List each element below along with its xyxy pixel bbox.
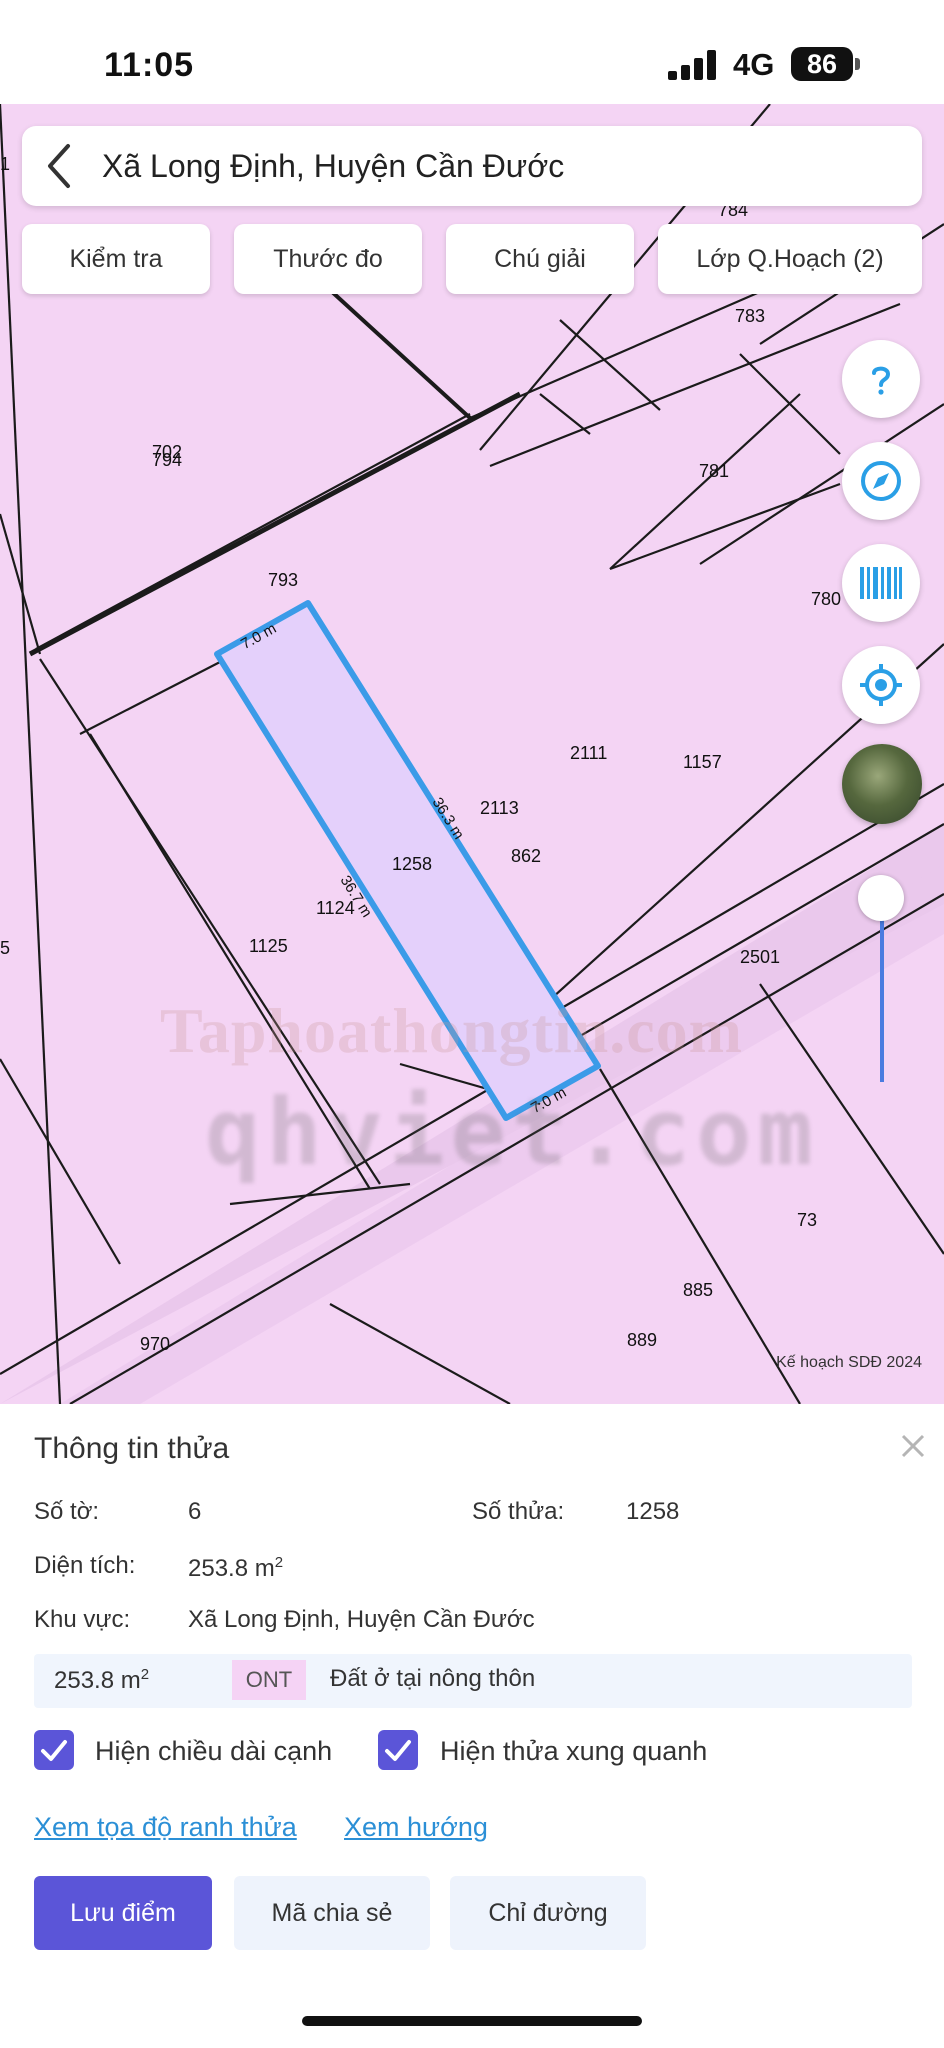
parcel-label: 889	[627, 1330, 658, 1350]
area-value: 253.8 m2	[188, 1554, 283, 1583]
parcel-label: 783	[735, 306, 766, 326]
home-indicator[interactable]	[302, 2016, 642, 2026]
directions-button[interactable]: Chỉ đường	[450, 1876, 646, 1950]
signal-icon	[668, 50, 720, 80]
view-coordinates-link[interactable]: Xem tọa độ ranh thửa	[34, 1812, 297, 1843]
checkmark-icon	[385, 1740, 411, 1761]
legend-button[interactable]: Chú giải	[446, 224, 634, 294]
region-value: Xã Long Định, Huyện Cần Đước	[188, 1606, 535, 1633]
back-icon[interactable]	[38, 140, 82, 192]
parcel-label: 5	[0, 938, 11, 958]
map-layer-credit: Kế hoạch SDĐ 2024	[776, 1354, 922, 1371]
area-label: Diện tích:	[34, 1552, 136, 1579]
help-button[interactable]	[842, 340, 920, 418]
barcode-icon	[860, 567, 902, 599]
status-bar: 11:05 4G 86	[0, 0, 944, 104]
parcel-label: 2113	[480, 798, 519, 818]
map-view[interactable]: 702 794 793 784 783 781 780 2111 1157 21…	[0, 104, 944, 1404]
parcel-label: 73	[797, 1210, 818, 1230]
location-title: Xã Long Định, Huyện Cần Đước	[102, 148, 565, 184]
land-use-area-sup: 2	[140, 1666, 150, 1683]
show-edge-length-checkbox[interactable]	[34, 1730, 74, 1770]
close-icon[interactable]	[893, 1426, 933, 1466]
location-search-bar[interactable]: Xã Long Định, Huyện Cần Đước	[22, 126, 922, 206]
land-use-code-badge: ONT	[232, 1660, 306, 1700]
parcel-label: 1	[0, 154, 11, 174]
question-icon	[872, 366, 891, 395]
parcel-label: 794	[152, 450, 183, 470]
parcel-info-panel: Thông tin thửa Số tờ: 6 Số thửa: 1258 Di…	[0, 1404, 944, 2048]
parcel-label: 793	[268, 570, 299, 590]
parcel-boundaries	[0, 104, 944, 1404]
check-button[interactable]: Kiểm tra	[22, 224, 210, 294]
land-use-area-number: 253.8 m	[54, 1667, 141, 1694]
plot-value: 1258	[626, 1498, 680, 1525]
parcel-label: 1258	[392, 854, 433, 874]
measure-button[interactable]: Thước đo	[234, 224, 422, 294]
network-type: 4G	[733, 47, 775, 82]
land-use-row: 253.8 m2 ONT Đất ở tại nông thôn	[34, 1654, 912, 1708]
parcel-label: 970	[140, 1334, 171, 1354]
parcel-label: 885	[683, 1280, 714, 1300]
parcel-label: 1125	[249, 936, 288, 956]
barcode-button[interactable]	[842, 544, 920, 622]
watermark: qhviet.com	[205, 1079, 819, 1186]
region-label: Khu vực:	[34, 1606, 131, 1633]
panel-title: Thông tin thửa	[34, 1432, 230, 1465]
show-neighbors-checkbox[interactable]	[378, 1730, 418, 1770]
compass-icon	[861, 461, 901, 501]
parcel-label: 780	[811, 589, 842, 609]
compass-button[interactable]	[842, 442, 920, 520]
checkmark-icon	[41, 1740, 67, 1761]
parcel-label: 1157	[683, 752, 722, 772]
watermark: Taphoathongtin.com	[160, 995, 743, 1066]
land-use-area: 253.8 m2	[54, 1666, 149, 1695]
show-neighbors-label[interactable]: Hiện thửa xung quanh	[440, 1736, 707, 1767]
area-number: 253.8 m	[188, 1555, 275, 1582]
share-code-button[interactable]: Mã chia sẻ	[234, 1876, 430, 1950]
locate-button[interactable]	[842, 646, 920, 724]
battery-tip	[855, 58, 860, 70]
parcel-label: 862	[511, 846, 542, 866]
area-unit-sup: 2	[274, 1554, 284, 1571]
opacity-slider-handle[interactable]	[858, 875, 904, 921]
planning-layers-button[interactable]: Lớp Q.Hoạch (2)	[658, 224, 922, 294]
locate-icon	[860, 664, 902, 706]
land-use-name: Đất ở tại nông thôn	[330, 1665, 536, 1692]
sheet-label: Số tờ:	[34, 1498, 100, 1525]
parcel-label: 781	[699, 461, 730, 481]
sheet-value: 6	[188, 1498, 202, 1525]
view-direction-link[interactable]: Xem hướng	[344, 1812, 488, 1843]
status-time: 11:05	[104, 46, 195, 84]
save-point-button[interactable]: Lưu điểm	[34, 1876, 212, 1950]
battery-icon: 86	[791, 47, 853, 81]
show-edge-length-label[interactable]: Hiện chiều dài cạnh	[95, 1736, 332, 1767]
satellite-layer-button[interactable]	[842, 744, 922, 824]
parcel-label: 2501	[740, 947, 781, 967]
plot-label: Số thửa:	[472, 1498, 565, 1525]
parcel-label: 2111	[570, 743, 608, 763]
